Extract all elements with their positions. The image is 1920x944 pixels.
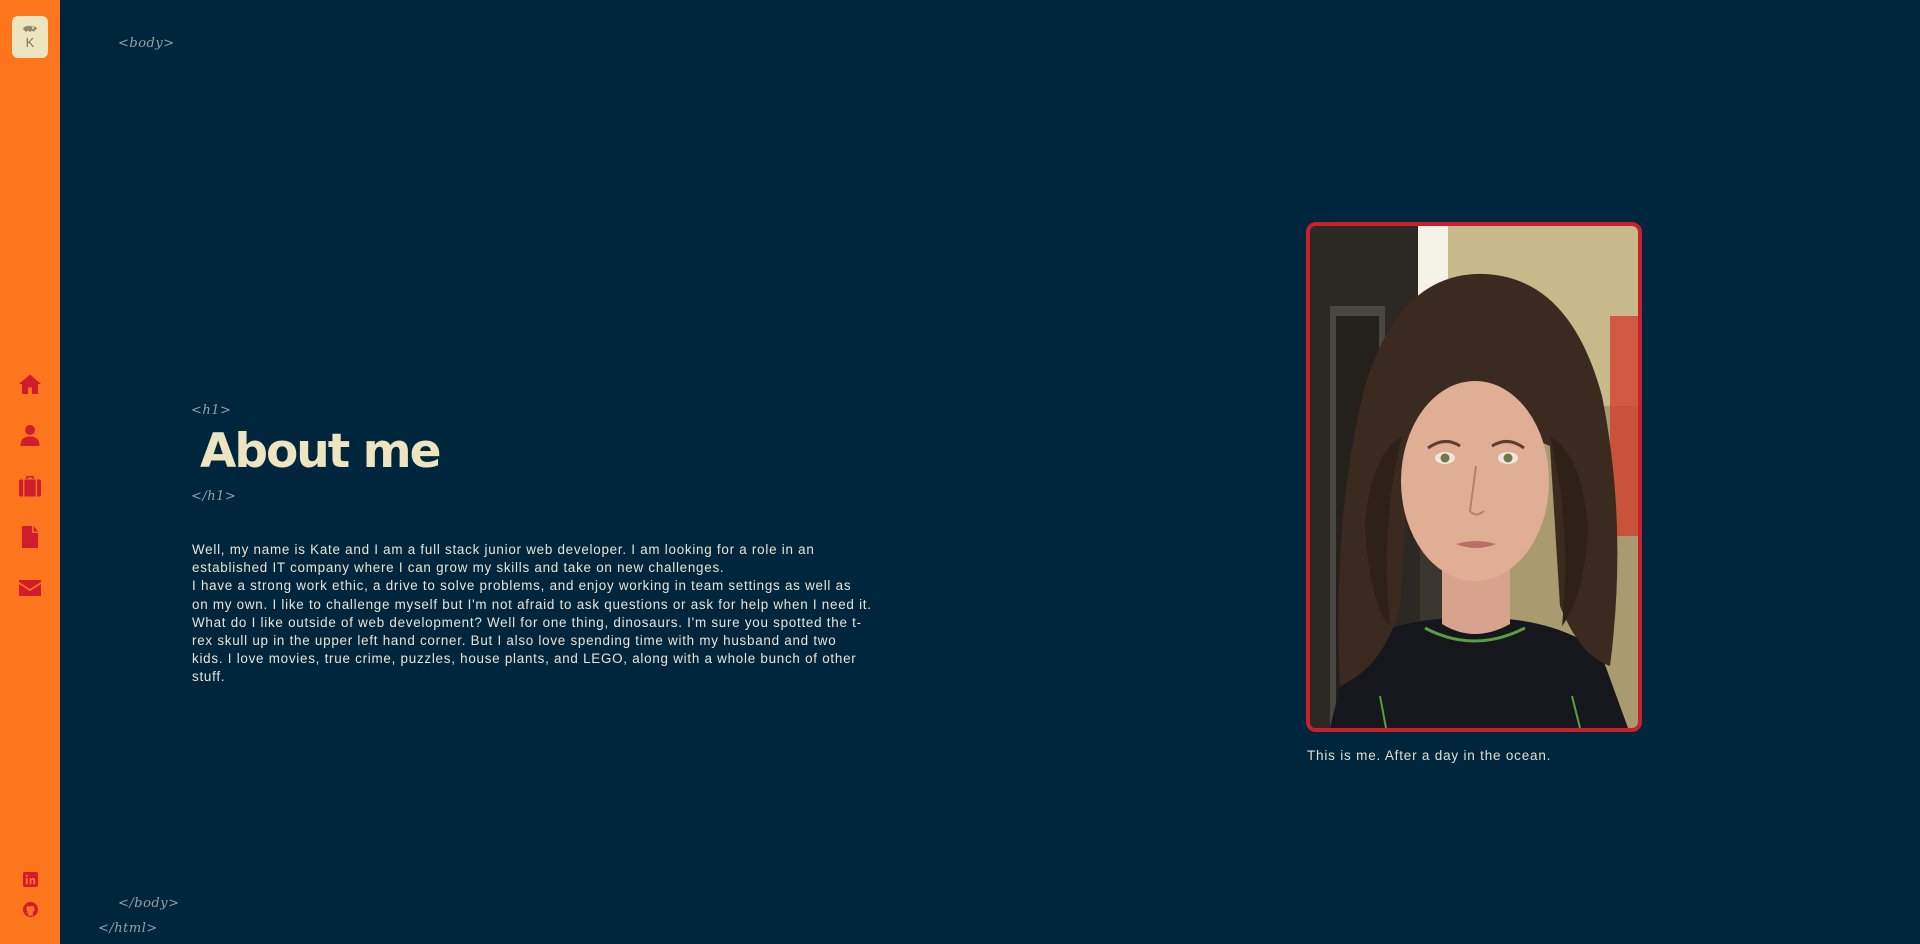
logo-letter: K [25, 35, 35, 50]
document-icon [22, 525, 38, 548]
nav-item-home[interactable] [0, 358, 60, 409]
bio-paragraph: I have a strong work ethic, a drive to s… [192, 578, 872, 612]
bio-paragraph: Well, my name is Kate and I am a full st… [192, 542, 815, 576]
profile-photo [1306, 222, 1642, 732]
user-icon [20, 424, 40, 446]
t-rex-skull-icon [23, 25, 37, 32]
linkedin-link[interactable] [0, 872, 60, 887]
h1-close-tag: </h1> [191, 489, 237, 504]
envelope-icon [19, 579, 41, 596]
body-close-tag: </body> [118, 896, 180, 911]
bio-text: Well, my name is Kate and I am a full st… [192, 541, 872, 687]
logo[interactable]: K [12, 16, 48, 58]
page-title: About me [200, 424, 441, 479]
nav-item-contact[interactable] [0, 562, 60, 613]
github-icon [22, 902, 38, 917]
h1-open-tag: <h1> [191, 403, 232, 418]
briefcase-icon [19, 475, 41, 496]
portrait-image [1310, 226, 1638, 728]
photo-caption: This is me. After a day in the ocean. [1307, 748, 1552, 763]
sidebar-nav [0, 358, 60, 613]
nav-item-resume[interactable] [0, 511, 60, 562]
github-link[interactable] [0, 902, 60, 917]
html-close-tag: </html> [98, 921, 158, 936]
home-icon [19, 374, 41, 394]
nav-item-portfolio[interactable] [0, 460, 60, 511]
body-open-tag: <body> [118, 36, 175, 51]
sidebar: K [0, 0, 60, 944]
nav-item-about[interactable] [0, 409, 60, 460]
bio-paragraph: What do I like outside of web developmen… [192, 614, 862, 685]
linkedin-icon [22, 872, 38, 887]
